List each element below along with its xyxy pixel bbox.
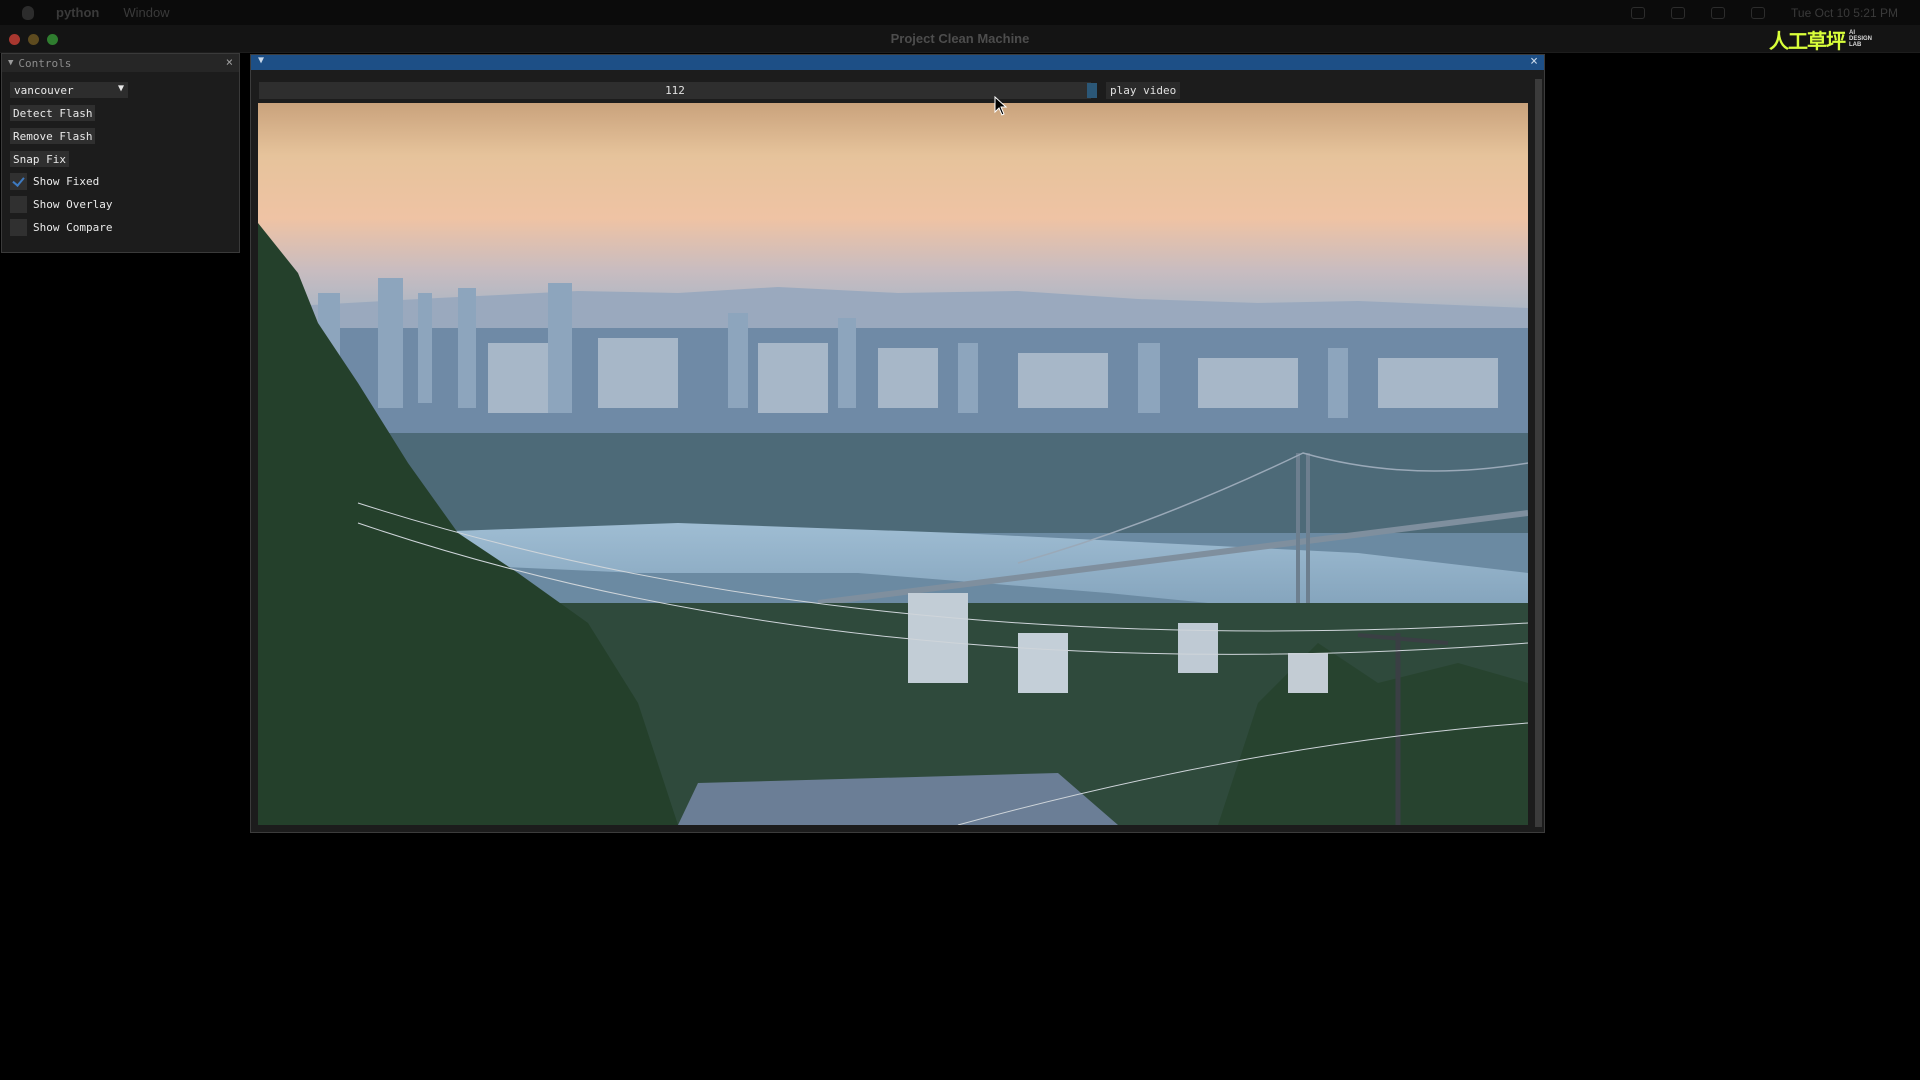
close-icon[interactable]: × — [226, 55, 233, 69]
show-overlay-checkbox[interactable] — [10, 196, 27, 213]
controls-panel-header[interactable]: ▼ Controls × — [2, 54, 239, 72]
traffic-lights — [9, 34, 58, 45]
frame-slider[interactable]: 112 — [259, 82, 1091, 99]
brand-logo: 人工草坪 AI DESIGN LAB — [1769, 28, 1872, 53]
mouse-cursor-icon — [994, 96, 1008, 116]
video-frame-image — [258, 103, 1528, 825]
video-window: ▼ × 112 play video — [250, 54, 1545, 833]
menu-window[interactable]: Window — [123, 5, 169, 20]
chevron-down-icon[interactable]: ▼ — [118, 83, 124, 94]
video-scrollbar[interactable] — [1535, 79, 1542, 827]
show-overlay-row: Show Overlay — [10, 196, 112, 213]
show-overlay-label[interactable]: Show Overlay — [33, 198, 112, 211]
show-compare-checkbox[interactable] — [10, 219, 27, 236]
video-frame — [258, 103, 1528, 825]
show-compare-row: Show Compare — [10, 219, 112, 236]
remove-flash-button[interactable]: Remove Flash — [10, 128, 96, 144]
brand-tag-line: LAB — [1848, 42, 1862, 48]
play-video-label[interactable]: play video — [1106, 82, 1181, 99]
show-fixed-row: Show Fixed — [10, 173, 99, 190]
menu-clock[interactable]: Tue Oct 10 5:21 PM — [1791, 6, 1898, 20]
collapse-icon[interactable]: ▼ — [258, 55, 264, 66]
controls-panel: ▼ Controls × vancouver ▼ Detect Flash Re… — [1, 53, 240, 253]
status-icon[interactable] — [1711, 6, 1726, 19]
window-title: Project Clean Machine — [890, 31, 1030, 46]
video-window-header[interactable]: ▼ × — [251, 54, 1544, 70]
show-fixed-checkbox[interactable] — [10, 173, 27, 190]
menu-bar: python Window Tue Oct 10 5:21 PM — [0, 0, 1920, 25]
status-icon[interactable] — [1751, 6, 1766, 19]
close-icon[interactable]: × — [1530, 54, 1538, 69]
apple-icon[interactable] — [22, 5, 34, 20]
dataset-select-value: vancouver — [14, 83, 74, 97]
show-compare-label[interactable]: Show Compare — [33, 221, 112, 234]
dataset-select[interactable]: vancouver ▼ — [10, 82, 128, 98]
detect-flash-button[interactable]: Detect Flash — [10, 105, 96, 121]
controls-panel-title: Controls — [18, 56, 72, 70]
menu-app-name[interactable]: python — [56, 5, 99, 20]
window-titlebar: Project Clean Machine 人工草坪 AI DESIGN LAB — [0, 25, 1920, 53]
frame-slider-value: 112 — [665, 84, 685, 97]
collapse-icon[interactable]: ▼ — [8, 58, 13, 68]
brand-mark: 人工草坪 — [1768, 28, 1846, 53]
minimize-window-button[interactable] — [28, 34, 39, 45]
status-icon[interactable] — [1631, 6, 1646, 19]
status-icon[interactable] — [1671, 6, 1686, 19]
brand-tag: AI DESIGN LAB — [1849, 30, 1872, 48]
play-video-checkbox[interactable] — [1087, 83, 1097, 98]
snap-fix-button[interactable]: Snap Fix — [10, 151, 69, 167]
status-area: Tue Oct 10 5:21 PM — [1631, 6, 1898, 20]
maximize-window-button[interactable] — [47, 34, 58, 45]
close-window-button[interactable] — [9, 34, 20, 45]
show-fixed-label[interactable]: Show Fixed — [33, 175, 99, 188]
